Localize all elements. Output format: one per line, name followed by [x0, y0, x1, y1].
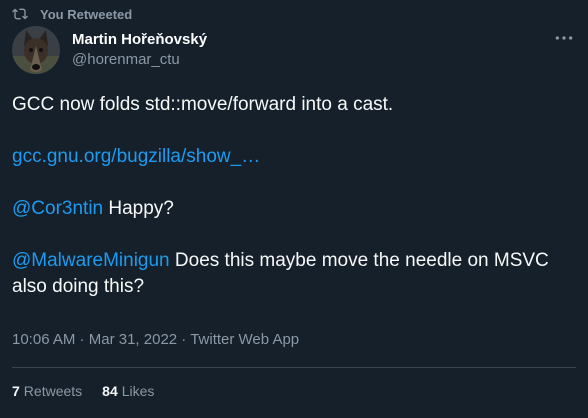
tweet-source[interactable]: Twitter Web App	[190, 331, 299, 348]
likes-label: Likes	[121, 383, 155, 399]
mention-malwareminigun[interactable]: @MalwareMinigun	[12, 250, 170, 271]
retweets-count: 7	[12, 383, 20, 399]
more-options-button[interactable]	[552, 28, 576, 48]
retweets-label: Retweets	[23, 383, 83, 399]
tweet-text: GCC now folds std::move/forward into a c…	[12, 92, 578, 300]
engagement-stats: 7 Retweets 84 Likes	[12, 383, 174, 399]
likes-count: 84	[102, 383, 118, 399]
tweet-line-1: GCC now folds std::move/forward into a c…	[12, 94, 394, 115]
display-name[interactable]: Martin Hořeňovský	[72, 30, 207, 50]
tweet-text-happy: Happy?	[103, 198, 174, 219]
tweet-time[interactable]: 10:06 AM	[12, 331, 75, 348]
retweets-stat[interactable]: 7 Retweets	[12, 383, 82, 399]
meta-separator: ·	[75, 331, 89, 348]
user-handle[interactable]: @horenmar_ctu	[72, 50, 207, 70]
retweet-icon	[12, 6, 28, 22]
retweet-context-label: You Retweeted	[40, 6, 133, 22]
author-block: Martin Hořeňovský @horenmar_ctu	[72, 30, 207, 70]
social-context: You Retweeted	[12, 4, 132, 24]
avatar[interactable]	[12, 26, 60, 74]
meta-separator: ·	[177, 331, 191, 348]
more-options-icon	[554, 29, 574, 47]
mention-cor3ntin[interactable]: @Cor3ntin	[12, 198, 103, 219]
divider	[12, 367, 576, 368]
tweet-date[interactable]: Mar 31, 2022	[89, 331, 177, 348]
likes-stat[interactable]: 84 Likes	[102, 383, 154, 399]
tweet-meta: 10:06 AM · Mar 31, 2022 · Twitter Web Ap…	[12, 331, 299, 348]
tweet-link[interactable]: gcc.gnu.org/bugzilla/show_…	[12, 146, 260, 167]
